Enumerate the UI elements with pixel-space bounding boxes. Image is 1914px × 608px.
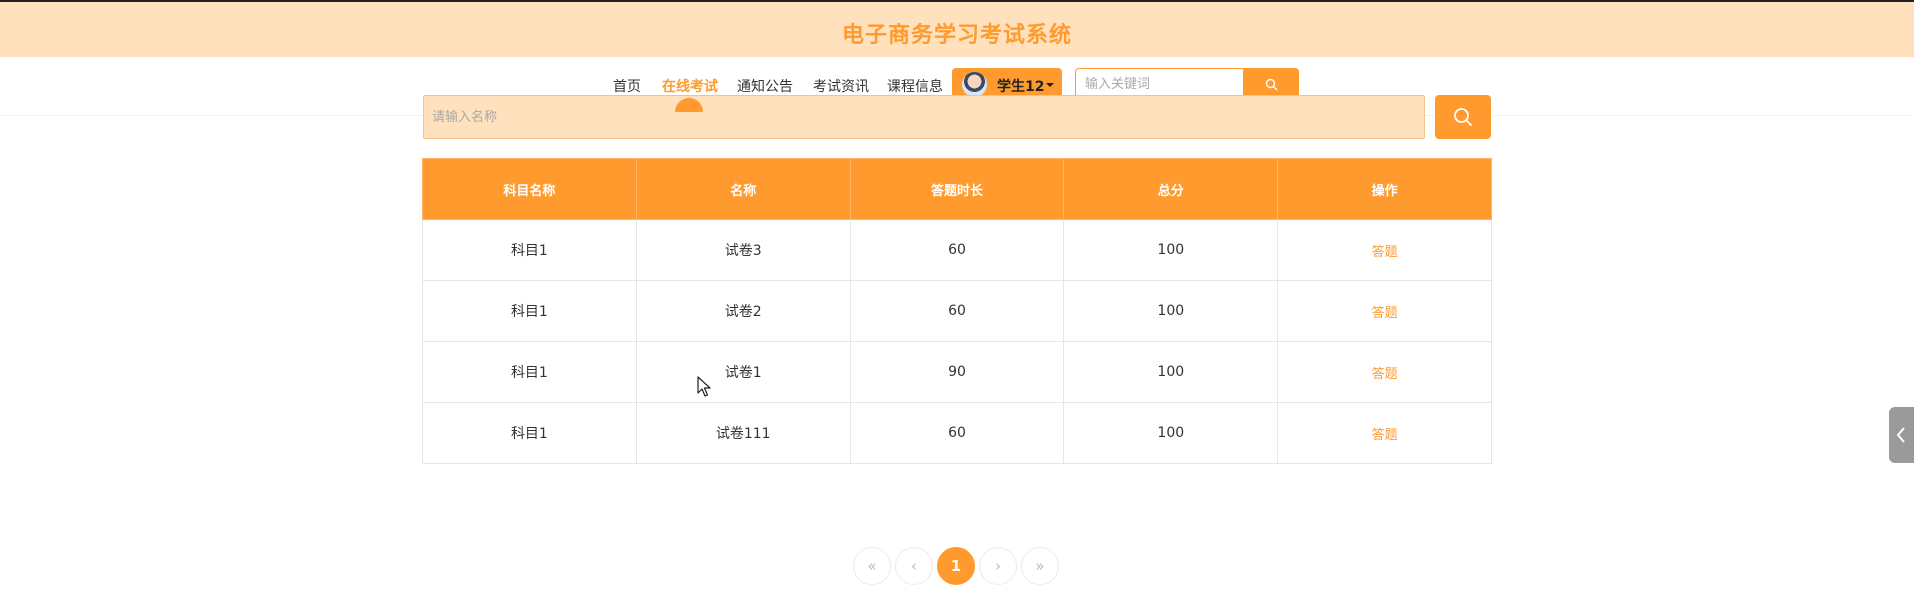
column-header: 名称	[635, 158, 851, 220]
column-header: 科目名称	[422, 158, 637, 220]
cell-subject: 科目1	[422, 280, 637, 342]
pagination-prev[interactable]: ‹	[895, 547, 933, 585]
answer-link[interactable]: 答题	[1277, 280, 1492, 342]
table-header-row: 科目名称 名称 答题时长 总分 操作	[422, 158, 1492, 220]
cell-total: 100	[1063, 280, 1279, 342]
table-row: 科目1 试卷1 90 100 答题	[422, 341, 1492, 403]
cell-name: 试卷111	[635, 402, 851, 464]
cell-name: 试卷1	[635, 341, 851, 403]
cell-subject: 科目1	[422, 219, 637, 281]
nav-item-course-info[interactable]: 课程信息	[887, 76, 943, 96]
pagination-last[interactable]: »	[1021, 547, 1059, 585]
table-row: 科目1 试卷2 60 100 答题	[422, 280, 1492, 342]
table-row: 科目1 试卷111 60 100 答题	[422, 402, 1492, 464]
side-panel-toggle[interactable]	[1889, 407, 1914, 463]
cell-total: 100	[1063, 341, 1279, 403]
name-search-input[interactable]	[423, 95, 1425, 139]
answer-link[interactable]: 答题	[1277, 219, 1492, 281]
cell-duration: 60	[849, 402, 1065, 464]
cell-total: 100	[1063, 219, 1279, 281]
cell-name: 试卷2	[635, 280, 851, 342]
pagination-next[interactable]: ›	[979, 547, 1017, 585]
search-icon	[1454, 108, 1473, 127]
exam-table: 科目名称 名称 答题时长 总分 操作 科目1 试卷3 60 100 答题 科目1…	[422, 158, 1492, 464]
cell-duration: 90	[849, 341, 1065, 403]
column-header: 操作	[1277, 158, 1492, 220]
column-header: 答题时长	[849, 158, 1065, 220]
pagination-current-page[interactable]: 1	[937, 547, 975, 585]
nav-item-home[interactable]: 首页	[613, 76, 641, 96]
site-header: 电子商务学习考试系统	[0, 0, 1914, 57]
chevron-left-icon	[1896, 427, 1905, 443]
cell-name: 试卷3	[635, 219, 851, 281]
cell-duration: 60	[849, 280, 1065, 342]
answer-link[interactable]: 答题	[1277, 402, 1492, 464]
nav-item-online-exam[interactable]: 在线考试	[662, 76, 718, 96]
mouse-cursor-icon	[697, 376, 711, 397]
table-row: 科目1 试卷3 60 100 答题	[422, 219, 1492, 281]
cell-subject: 科目1	[422, 402, 637, 464]
nav-item-notices[interactable]: 通知公告	[737, 76, 793, 96]
cell-duration: 60	[849, 219, 1065, 281]
cell-subject: 科目1	[422, 341, 637, 403]
name-search-button[interactable]	[1435, 95, 1491, 139]
site-title: 电子商务学习考试系统	[841, 23, 1072, 48]
nav-item-exam-news[interactable]: 考试资讯	[813, 76, 869, 96]
chevron-down-icon	[1046, 83, 1054, 87]
avatar	[962, 72, 987, 97]
user-name: 学生12	[997, 79, 1045, 95]
answer-link[interactable]: 答题	[1277, 341, 1492, 403]
cell-total: 100	[1063, 402, 1279, 464]
search-icon	[1265, 78, 1278, 91]
column-header: 总分	[1063, 158, 1279, 220]
pagination-first[interactable]: «	[853, 547, 891, 585]
